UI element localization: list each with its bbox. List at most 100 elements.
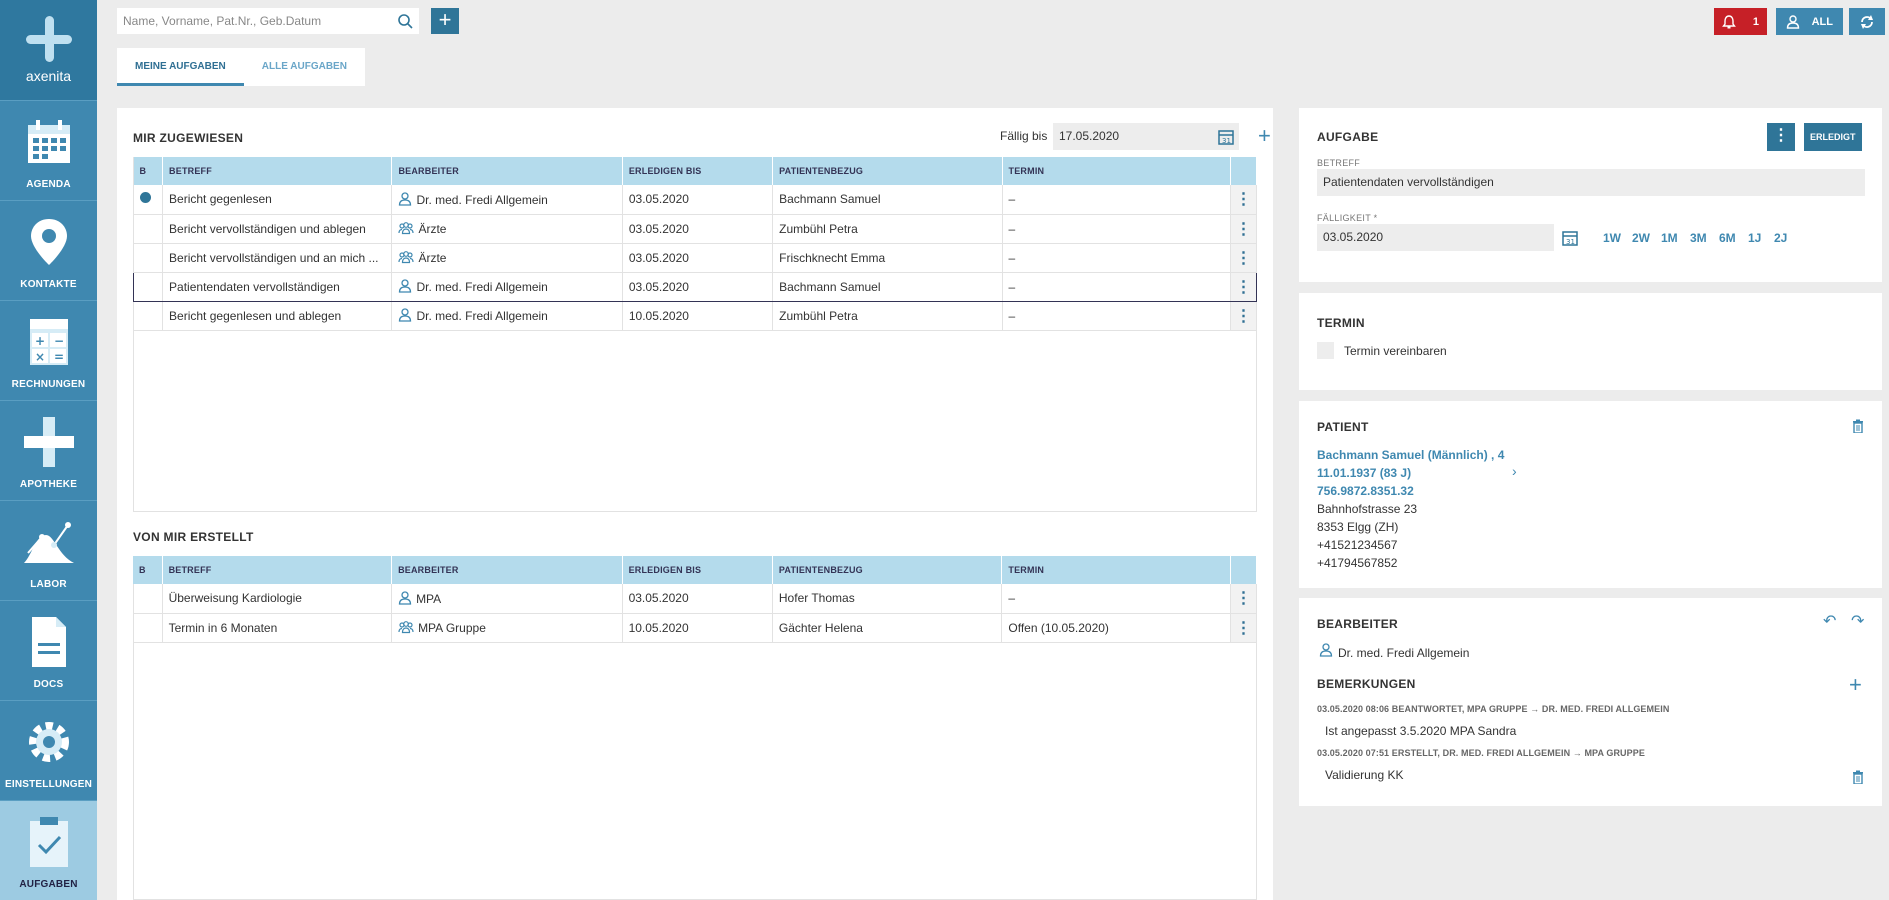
table-row[interactable]: Bericht vervollständigen und an mich ...…: [133, 243, 1258, 273]
calendar-picker-icon[interactable]: 31: [1561, 229, 1579, 247]
person-icon: [1319, 643, 1333, 657]
table-row[interactable]: Bericht gegenlesen und ablegen Dr. med. …: [133, 301, 1258, 331]
table-row[interactable]: Bericht gegenlesen Dr. med. Fredi Allgem…: [133, 185, 1258, 215]
patient-name-link[interactable]: Bachmann Samuel (Männlich) , 4: [1317, 448, 1504, 462]
lab-chart-icon: [23, 522, 74, 563]
betreff-cell: Bericht gegenlesen und ablegen: [162, 301, 393, 331]
quick-due-3m[interactable]: 3M: [1690, 231, 1707, 245]
mark-done-button[interactable]: ERLEDIGT: [1804, 123, 1862, 151]
table-row[interactable]: Überweisung Kardiologie MPA 03.05.2020 H…: [133, 584, 1258, 614]
user-filter-button[interactable]: ALL: [1776, 8, 1843, 35]
patient-cell: Frischknecht Emma: [772, 243, 1003, 273]
termin-card: TERMIN Termin vereinbaren: [1299, 293, 1882, 390]
col-bearbeiter[interactable]: BEARBEITER: [391, 556, 623, 584]
nav-item-kontakte[interactable]: KONTAKTE: [0, 200, 97, 300]
nav-item-docs[interactable]: DOCS: [0, 600, 97, 700]
quick-due-6m[interactable]: 6M: [1719, 231, 1736, 245]
svg-text:=: =: [54, 350, 64, 364]
quick-due-1m[interactable]: 1M: [1661, 231, 1678, 245]
quick-due-2j[interactable]: 2J: [1774, 231, 1787, 245]
chevron-right-icon[interactable]: ›: [1512, 463, 1517, 479]
col-erledigen-bis[interactable]: ERLEDIGEN BIS: [622, 157, 774, 185]
task-tabs: MEINE AUFGABEN ALLE AUFGABEN: [117, 48, 365, 86]
bearbeiter-card: BEARBEITER ↶ ↷ Dr. med. Fredi Allgemein …: [1299, 598, 1882, 806]
col-termin[interactable]: TERMIN: [1001, 556, 1231, 584]
trash-icon[interactable]: [1852, 419, 1864, 433]
patient-cell: Bachmann Samuel: [772, 271, 1003, 302]
erledigen-bis-cell: 03.05.2020: [622, 271, 774, 302]
bearbeiter-cell: Dr. med. Fredi Allgemein: [391, 185, 623, 215]
col-betreff[interactable]: BETREFF: [162, 556, 393, 584]
undo-icon[interactable]: ↶: [1823, 611, 1836, 631]
due-filter-input[interactable]: 17.05.2020: [1053, 123, 1239, 150]
row-menu-button[interactable]: ⋮: [1230, 243, 1258, 273]
termin-cell: –: [1002, 185, 1231, 215]
task-title: AUFGABE: [1317, 130, 1379, 144]
termin-cell: –: [1002, 214, 1231, 244]
nav-item-aufgaben[interactable]: AUFGABEN: [0, 800, 97, 900]
svg-text:31: 31: [1222, 137, 1231, 145]
trash-icon[interactable]: [1852, 770, 1864, 784]
row-menu-button[interactable]: ⋮: [1230, 185, 1258, 215]
bearbeiter-name: MPA: [416, 591, 442, 606]
assigned-title: MIR ZUGEWIESEN: [133, 131, 244, 145]
faelligkeit-input[interactable]: 03.05.2020: [1317, 224, 1554, 251]
app-name: axenita: [25, 68, 72, 84]
nav-item-agenda[interactable]: AGENDA: [0, 100, 97, 200]
tab-alle-aufgaben[interactable]: ALLE AUFGABEN: [244, 48, 365, 86]
app-logo[interactable]: axenita: [0, 0, 97, 100]
bearbeiter-name: Dr. med. Fredi Allgemein: [416, 192, 548, 207]
calendar-picker-icon[interactable]: 31: [1217, 128, 1235, 146]
notifications-button[interactable]: 1: [1714, 8, 1767, 35]
created-table: B BETREFF BEARBEITER ERLEDIGEN BIS PATIE…: [133, 556, 1258, 643]
col-b[interactable]: B: [133, 556, 163, 584]
add-task-icon[interactable]: +: [1258, 125, 1271, 147]
row-menu-button[interactable]: ⋮: [1230, 271, 1258, 302]
termin-checkbox[interactable]: [1317, 342, 1334, 359]
quick-due-1w[interactable]: 1W: [1603, 231, 1621, 245]
remark-text: Validierung KK: [1325, 768, 1404, 782]
col-patientenbezug[interactable]: PATIENTENBEZUG: [772, 157, 1003, 185]
more-vertical-icon: ⋮: [1235, 307, 1252, 325]
task-menu-button[interactable]: ⋮: [1767, 123, 1795, 151]
col-b[interactable]: B: [133, 157, 164, 185]
patient-cell: Zumbühl Petra: [772, 301, 1003, 331]
nav-label: DOCS: [33, 679, 64, 690]
add-button[interactable]: +: [431, 8, 459, 34]
col-termin[interactable]: TERMIN: [1002, 157, 1231, 185]
col-erledigen-bis[interactable]: ERLEDIGEN BIS: [622, 556, 773, 584]
bearbeiter-cell: Dr. med. Fredi Allgemein: [391, 301, 623, 331]
row-menu-button[interactable]: ⋮: [1230, 301, 1258, 331]
group-icon: [398, 222, 415, 235]
patient-cell: Bachmann Samuel: [772, 185, 1003, 215]
nav-item-einstellungen[interactable]: EINSTELLUNGEN: [0, 700, 97, 800]
sync-icon: [1861, 14, 1873, 29]
search-icon[interactable]: [397, 13, 413, 29]
add-remark-icon[interactable]: +: [1849, 672, 1862, 698]
tab-meine-aufgaben[interactable]: MEINE AUFGABEN: [117, 48, 244, 86]
sync-button[interactable]: [1849, 8, 1885, 35]
nav-item-labor[interactable]: LABOR: [0, 500, 97, 600]
table-row[interactable]: Termin in 6 Monaten MPA Gruppe 10.05.202…: [133, 613, 1258, 643]
betreff-cell: Termin in 6 Monaten: [162, 613, 393, 643]
nav-item-apotheke[interactable]: APOTHEKE: [0, 400, 97, 500]
col-bearbeiter[interactable]: BEARBEITER: [391, 157, 623, 185]
col-patientenbezug[interactable]: PATIENTENBEZUG: [772, 556, 1003, 584]
nav-item-rechnungen[interactable]: + − × = RECHNUNGEN: [0, 300, 97, 400]
unread-dot-icon: [139, 192, 151, 204]
quick-due-1j[interactable]: 1J: [1748, 231, 1761, 245]
betreff-input[interactable]: Patientendaten vervollständigen: [1317, 169, 1865, 196]
row-menu-button[interactable]: ⋮: [1230, 584, 1258, 614]
termin-checkbox-label[interactable]: Termin vereinbaren: [1344, 344, 1447, 358]
patient-street: Bahnhofstrasse 23: [1317, 502, 1418, 516]
row-menu-button[interactable]: ⋮: [1230, 214, 1258, 244]
table-row[interactable]: Bericht vervollständigen und ablegen Ärz…: [133, 214, 1258, 244]
redo-icon[interactable]: ↷: [1851, 611, 1864, 631]
gear-icon: [28, 722, 69, 762]
patient-search-input[interactable]: [117, 8, 419, 34]
quick-due-2w[interactable]: 2W: [1632, 231, 1650, 245]
table-row-selected[interactable]: Patientendaten vervollständigen Dr. med.…: [132, 271, 1258, 302]
col-betreff[interactable]: BETREFF: [162, 157, 393, 185]
betreff-cell: Bericht vervollständigen und an mich ...: [162, 243, 393, 273]
row-menu-button[interactable]: ⋮: [1230, 613, 1258, 643]
